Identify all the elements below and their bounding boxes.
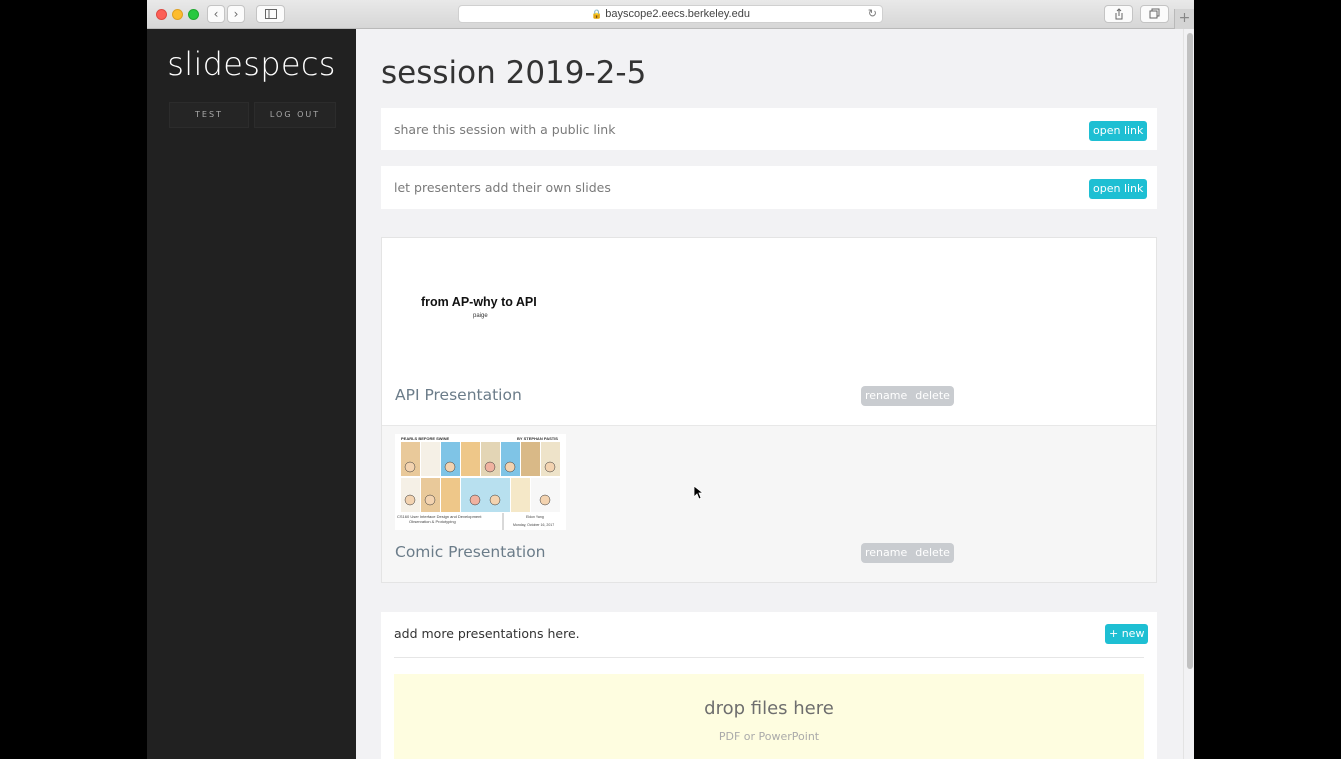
comic-date: Monday, October 16, 2017 bbox=[513, 523, 554, 527]
nav-logout-button[interactable]: LOG OUT bbox=[254, 102, 336, 128]
rename-button[interactable]: rename bbox=[861, 543, 911, 563]
add-presentations-card: add more presentations here. + new drop … bbox=[381, 612, 1157, 759]
url-text: bayscope2.eecs.berkeley.edu bbox=[605, 8, 750, 20]
drop-title: drop files here bbox=[704, 698, 834, 719]
fullscreen-window-icon[interactable] bbox=[188, 9, 199, 20]
new-tab-button[interactable]: + bbox=[1174, 9, 1194, 29]
sidebar: slidespecs TEST LOG OUT bbox=[147, 29, 356, 759]
comic-thumbnail-image: PEARLS BEFORE SWINE BY STEPHAN PASTIS CS… bbox=[395, 434, 566, 530]
scrollbar[interactable] bbox=[1183, 29, 1194, 759]
delete-button[interactable]: delete bbox=[911, 543, 954, 563]
comic-header-right: BY STEPHAN PASTIS bbox=[517, 436, 558, 441]
presentation-actions: rename delete bbox=[861, 543, 954, 563]
new-presentation-button[interactable]: + new bbox=[1105, 624, 1149, 644]
tabs-button[interactable] bbox=[1140, 5, 1169, 23]
plus-icon: + bbox=[1178, 10, 1191, 26]
open-presenters-link-button[interactable]: open link bbox=[1089, 179, 1148, 199]
chevron-left-icon: ‹ bbox=[213, 7, 219, 21]
sidebar-toggle-button[interactable] bbox=[256, 5, 285, 23]
open-public-link-button[interactable]: open link bbox=[1089, 121, 1148, 141]
rename-button[interactable]: rename bbox=[861, 386, 911, 406]
file-drop-zone[interactable]: drop files here PDF or PowerPoint bbox=[394, 674, 1144, 759]
share-button[interactable] bbox=[1104, 5, 1133, 23]
thumbnail-subtitle: paige bbox=[473, 313, 488, 319]
thumbnail-title: from AP-why to API bbox=[421, 295, 537, 309]
browser-titlebar: ‹ › 🔒 bayscope2.eecs.berkeley.edu ↻ + bbox=[147, 0, 1194, 29]
reload-icon[interactable]: ↻ bbox=[868, 6, 877, 22]
presentation-actions: rename delete bbox=[861, 386, 954, 406]
list-item[interactable]: from AP-why to API paige API Presentatio… bbox=[382, 238, 1156, 426]
nav-test-button[interactable]: TEST bbox=[169, 102, 249, 128]
presentation-thumbnail[interactable]: PEARLS BEFORE SWINE BY STEPHAN PASTIS CS… bbox=[395, 434, 566, 530]
presentation-name: API Presentation bbox=[395, 386, 522, 404]
comic-author: Eldon Yang bbox=[526, 515, 544, 519]
share-public-link-text: share this session with a public link bbox=[394, 122, 616, 137]
presenters-link-card: let presenters add their own slides open… bbox=[381, 166, 1157, 209]
share-icon bbox=[1115, 8, 1122, 20]
presentation-name: Comic Presentation bbox=[395, 543, 546, 561]
forward-button[interactable]: › bbox=[227, 5, 245, 23]
minimize-window-icon[interactable] bbox=[172, 9, 183, 20]
add-more-text: add more presentations here. bbox=[394, 626, 580, 641]
page-title: session 2019-2-5 bbox=[381, 55, 647, 91]
address-bar[interactable]: 🔒 bayscope2.eecs.berkeley.edu ↻ bbox=[458, 5, 883, 23]
scrollbar-thumb[interactable] bbox=[1187, 33, 1193, 669]
tabs-icon bbox=[1149, 8, 1159, 19]
presentation-thumbnail[interactable]: from AP-why to API paige bbox=[395, 250, 565, 368]
divider bbox=[394, 657, 1144, 658]
main-content: session 2019-2-5 share this session with… bbox=[356, 29, 1183, 759]
presentation-list: from AP-why to API paige API Presentatio… bbox=[381, 237, 1157, 583]
mouse-cursor-icon bbox=[694, 486, 704, 500]
lock-icon: 🔒 bbox=[591, 9, 603, 19]
browser-window: ‹ › 🔒 bayscope2.eecs.berkeley.edu ↻ + sli… bbox=[147, 0, 1194, 759]
brand-logo[interactable]: slidespecs bbox=[147, 45, 356, 83]
close-window-icon[interactable] bbox=[156, 9, 167, 20]
presenters-link-text: let presenters add their own slides bbox=[394, 180, 611, 195]
comic-panels-row-2 bbox=[401, 478, 560, 512]
comic-caption-2: Observation & Prototyping bbox=[409, 519, 456, 524]
list-item[interactable]: PEARLS BEFORE SWINE BY STEPHAN PASTIS CS… bbox=[382, 426, 1156, 582]
chevron-right-icon: › bbox=[233, 7, 239, 21]
back-button[interactable]: ‹ bbox=[207, 5, 225, 23]
sidebar-icon bbox=[264, 9, 277, 19]
share-public-link-card: share this session with a public link op… bbox=[381, 108, 1157, 150]
delete-button[interactable]: delete bbox=[911, 386, 954, 406]
drop-subtitle: PDF or PowerPoint bbox=[718, 730, 820, 743]
comic-header-left: PEARLS BEFORE SWINE bbox=[401, 436, 450, 441]
